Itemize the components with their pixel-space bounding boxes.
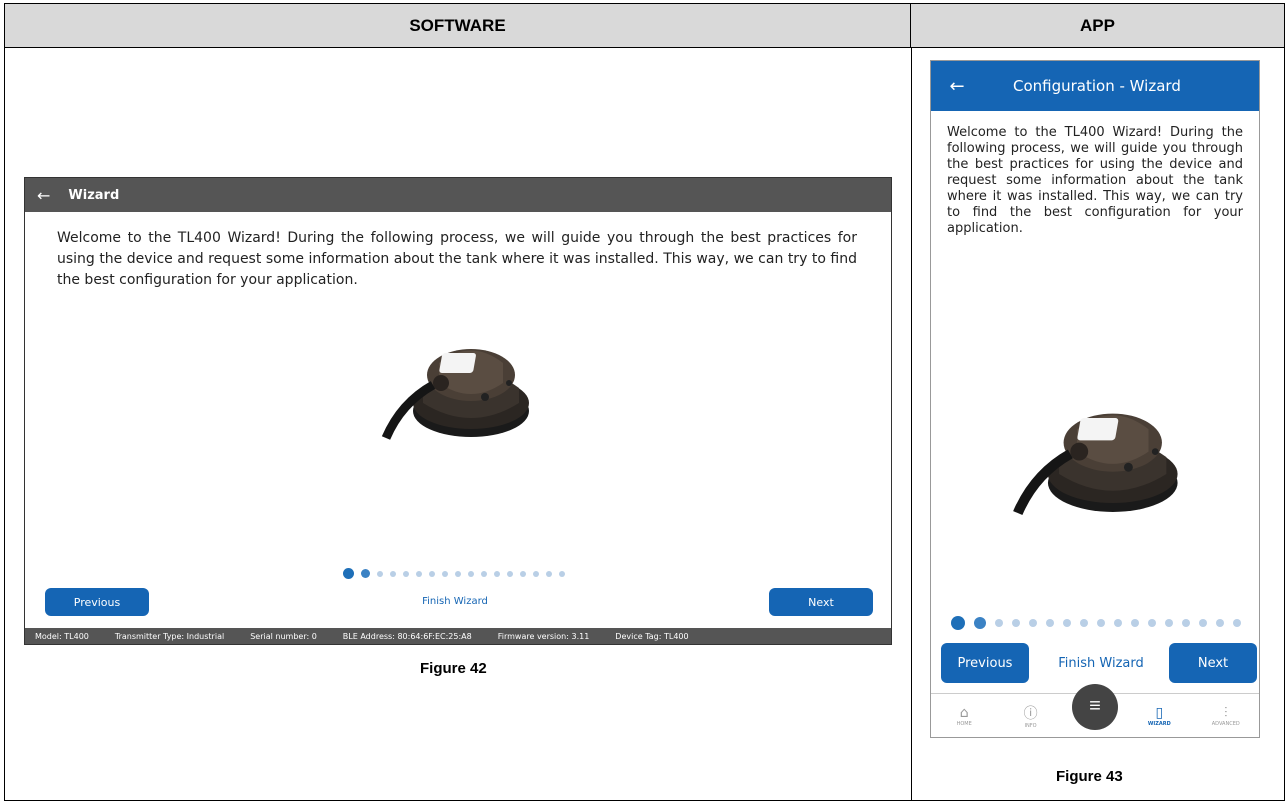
software-page-indicator	[343, 568, 565, 579]
status-firmware: Firmware version: 3.11	[497, 631, 590, 641]
page-dot[interactable]	[1233, 619, 1241, 627]
software-title-bar: ← Wizard	[25, 178, 891, 212]
page-dot-active[interactable]	[974, 617, 986, 629]
page-dot[interactable]	[1182, 619, 1190, 627]
page-dot-active[interactable]	[361, 569, 370, 578]
page-dot[interactable]	[520, 570, 526, 577]
figure-42-caption: Figure 42	[420, 660, 487, 677]
status-model: Model: TL400	[35, 631, 89, 641]
app-column-header: APP	[911, 4, 1284, 48]
app-title-bar: ← Configuration - Wizard	[931, 61, 1259, 111]
nav-info[interactable]: ⓘ INFO	[1006, 703, 1056, 729]
page-dot[interactable]	[468, 570, 474, 577]
next-button[interactable]: Next	[769, 588, 873, 616]
page-dot[interactable]	[559, 570, 565, 577]
nav-wizard[interactable]: ▯ WIZARD	[1134, 705, 1184, 727]
status-bar: Model: TL400 Transmitter Type: Industria…	[25, 628, 891, 644]
page-dot[interactable]	[442, 570, 448, 577]
page-dot[interactable]	[377, 570, 383, 577]
page-dot[interactable]	[1012, 619, 1020, 627]
nav-home[interactable]: ⌂ HOME	[939, 705, 989, 727]
page-dot[interactable]	[507, 570, 513, 577]
status-tag: Device Tag: TL400	[615, 631, 689, 641]
figure-43-caption: Figure 43	[1056, 768, 1123, 785]
bottom-navigation: ⌂ HOME ⓘ INFO ≡ ▯ WIZARD ⫶ ADVANCED	[931, 683, 1259, 737]
page-dot[interactable]	[995, 619, 1003, 627]
page-dot[interactable]	[1097, 619, 1105, 627]
page-dot[interactable]	[1063, 619, 1071, 627]
page-dot[interactable]	[390, 570, 396, 577]
info-icon: ⓘ	[1023, 705, 1038, 722]
app-title: Configuration - Wizard	[1013, 77, 1181, 95]
software-window-title: Wizard	[68, 187, 120, 203]
page-dot[interactable]	[481, 570, 487, 577]
page-dot[interactable]	[951, 616, 965, 630]
page-dot[interactable]	[1114, 619, 1122, 627]
next-button[interactable]: Next	[1169, 643, 1257, 683]
app-intro-text: Welcome to the TL400 Wizard! During the …	[947, 125, 1243, 236]
status-serial: Serial number: 0	[250, 631, 317, 641]
status-transmitter-type: Transmitter Type: Industrial	[114, 631, 225, 641]
page-dot[interactable]	[546, 570, 552, 577]
page-dot[interactable]	[1029, 619, 1037, 627]
app-wizard-screen: ← Configuration - Wizard Welcome to the …	[930, 60, 1260, 738]
page-dot[interactable]	[343, 568, 354, 579]
finish-wizard-link[interactable]: Finish Wizard	[405, 596, 505, 607]
finish-wizard-link[interactable]: Finish Wizard	[1041, 656, 1161, 671]
previous-button[interactable]: Previous	[45, 588, 149, 616]
phone-icon: ▯	[1155, 704, 1164, 721]
page-dot[interactable]	[455, 570, 461, 577]
page-dot[interactable]	[403, 570, 409, 577]
nav-advanced[interactable]: ⫶ ADVANCED	[1201, 705, 1251, 727]
menu-icon: ≡	[1089, 695, 1101, 717]
back-arrow-icon[interactable]: ←	[37, 186, 50, 205]
page-dot[interactable]	[1165, 619, 1173, 627]
software-intro-text: Welcome to the TL400 Wizard! During the …	[57, 230, 857, 288]
sliders-icon: ⫶	[1224, 704, 1228, 721]
page-dot[interactable]	[1199, 619, 1207, 627]
nav-wizard-label: WIZARD	[1147, 720, 1171, 727]
page-dot[interactable]	[494, 570, 500, 577]
page-dot[interactable]	[1216, 619, 1224, 627]
device-image	[1013, 413, 1178, 516]
page-dot[interactable]	[1131, 619, 1139, 627]
nav-info-label: INFO	[1024, 722, 1037, 729]
device-image	[381, 349, 529, 440]
page-dot[interactable]	[1046, 619, 1054, 627]
software-wizard-window: ← Wizard Welcome to the TL400 Wizard! Du…	[24, 177, 892, 645]
previous-button[interactable]: Previous	[941, 643, 1029, 683]
page-dot[interactable]	[1080, 619, 1088, 627]
nav-home-label: HOME	[956, 720, 972, 727]
menu-button[interactable]: ≡	[1071, 683, 1118, 730]
column-divider	[911, 48, 912, 800]
app-page-indicator	[951, 616, 1241, 630]
status-ble: BLE Address: 80:64:6F:EC:25:A8	[342, 631, 472, 641]
page-dot[interactable]	[429, 570, 435, 577]
nav-advanced-label: ADVANCED	[1211, 720, 1240, 727]
page-dot[interactable]	[533, 570, 539, 577]
software-column-header: SOFTWARE	[5, 4, 911, 48]
back-arrow-icon[interactable]: ←	[931, 76, 983, 97]
page-dot[interactable]	[1148, 619, 1156, 627]
page-dot[interactable]	[416, 570, 422, 577]
home-icon: ⌂	[959, 704, 969, 721]
